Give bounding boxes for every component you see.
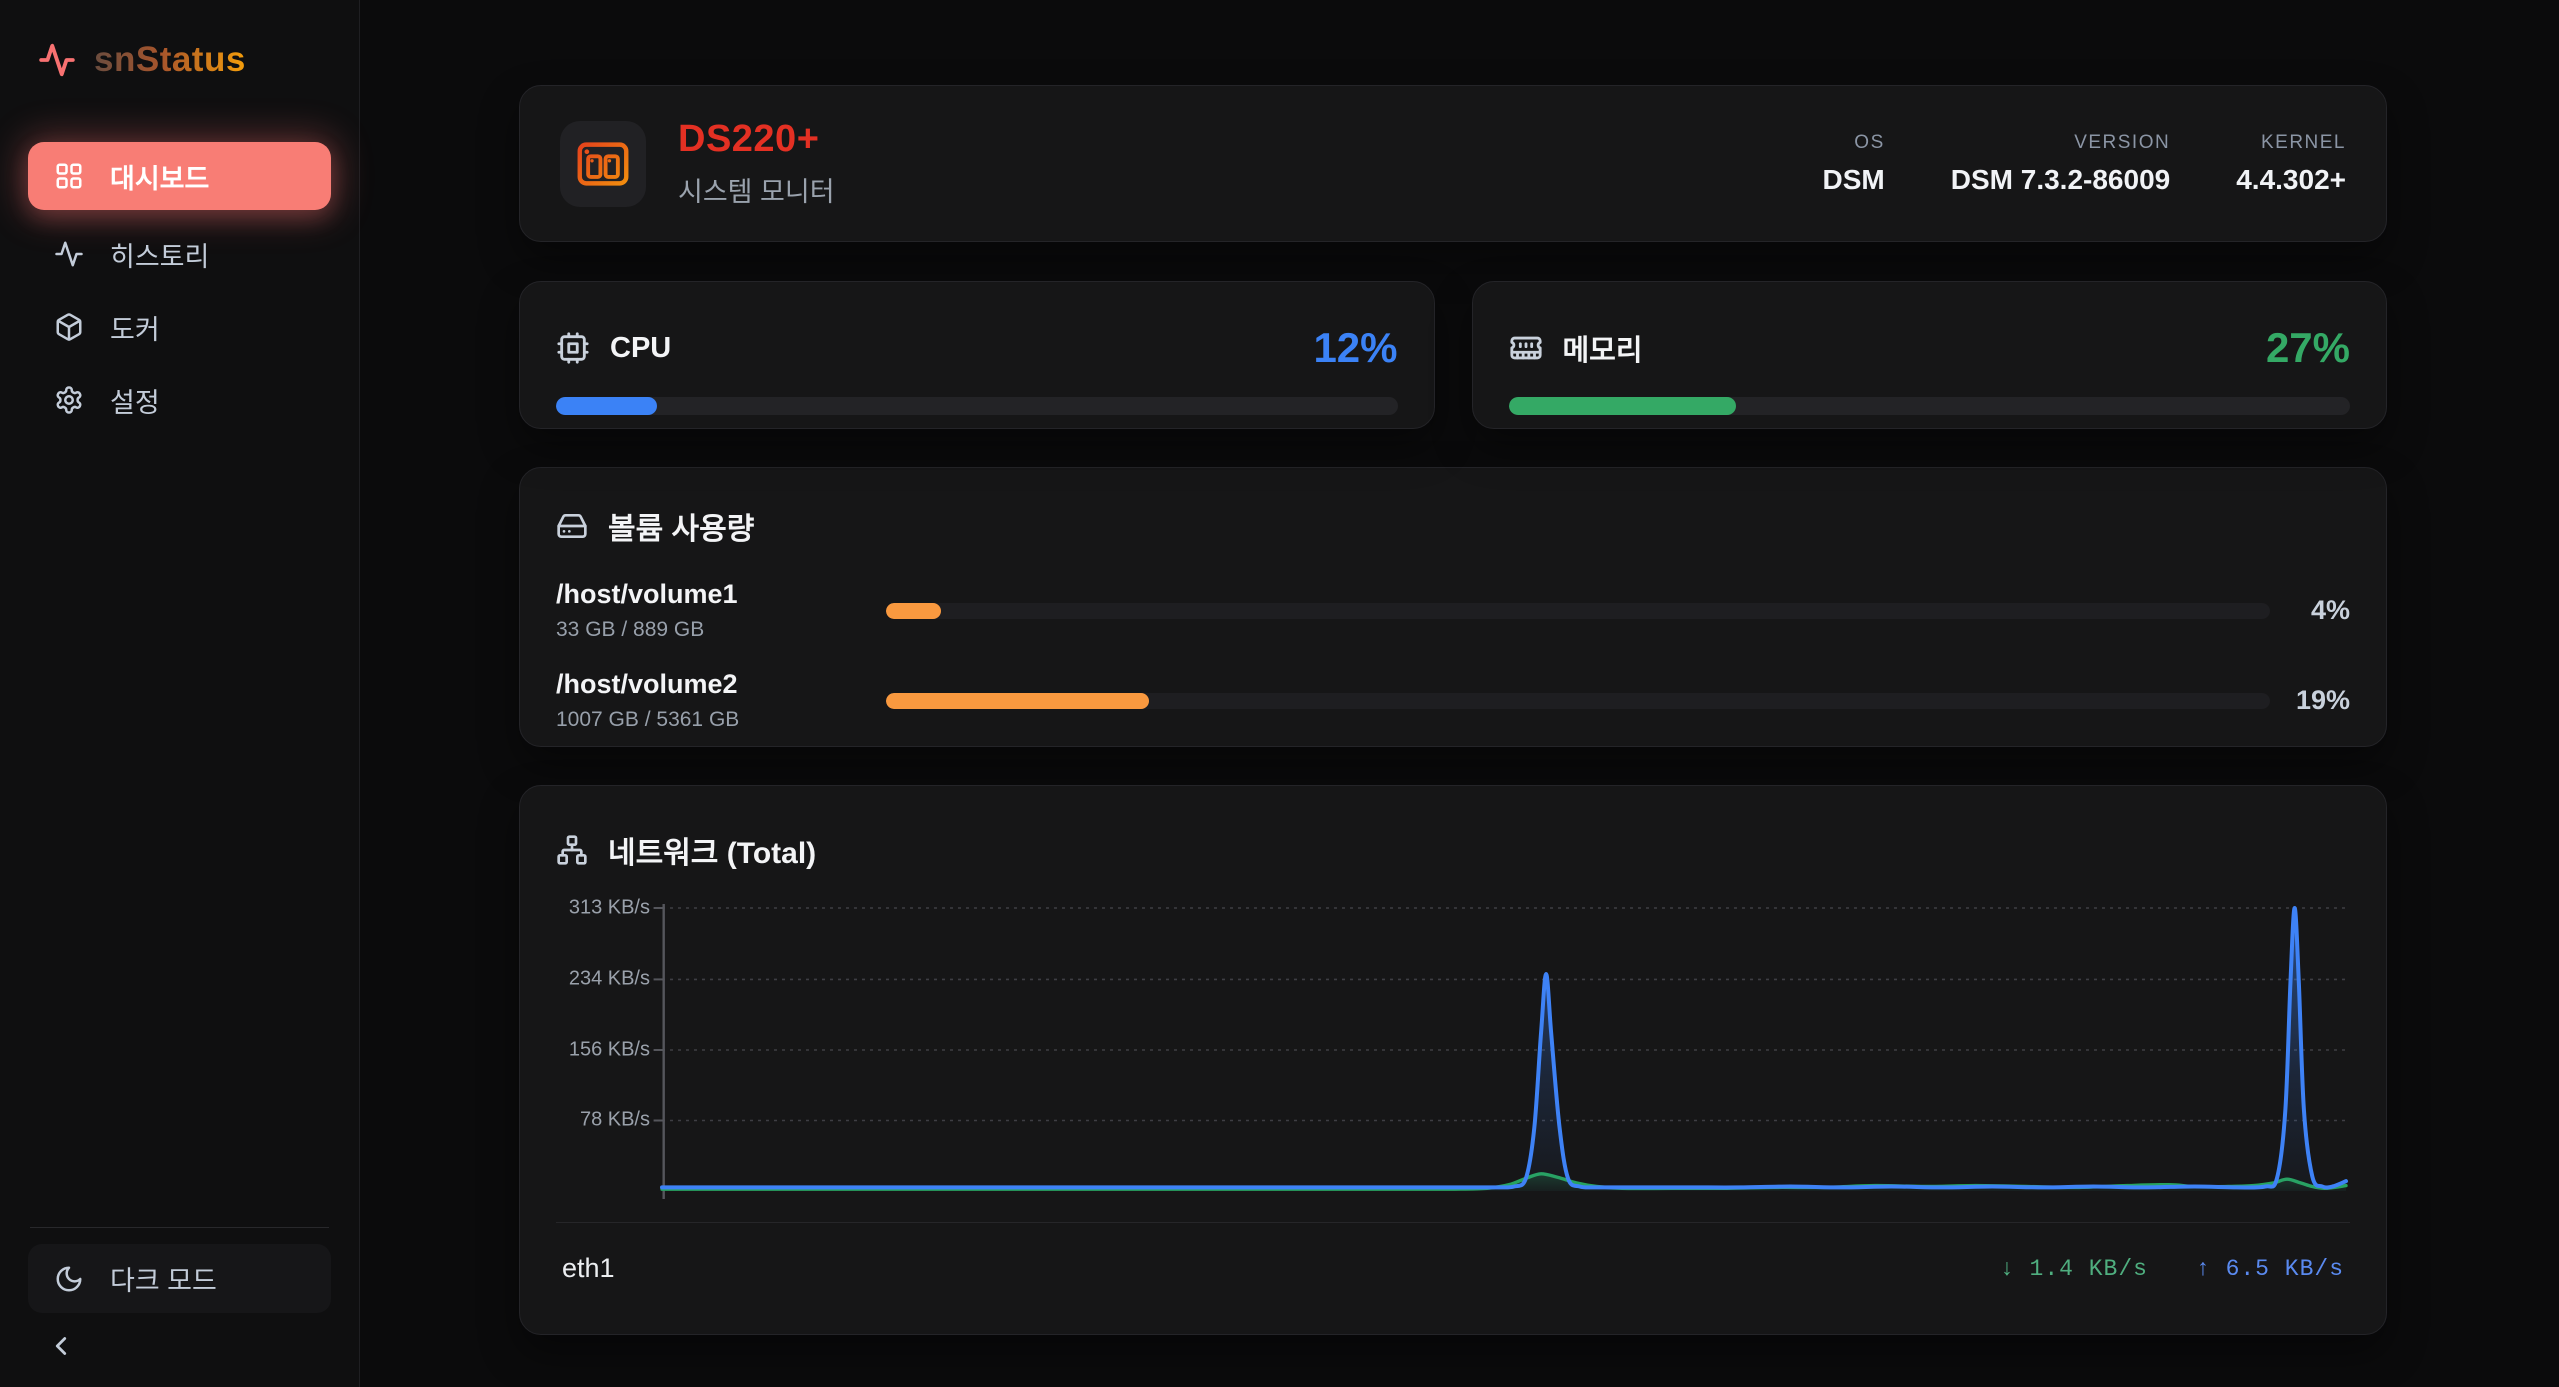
cpu-title: CPU bbox=[610, 332, 671, 365]
info-label: KERNEL bbox=[2236, 132, 2346, 154]
info-value: 4.4.302+ bbox=[2236, 164, 2346, 196]
volume-progress-fill bbox=[886, 603, 941, 619]
cpu-progress-track bbox=[556, 397, 1398, 415]
download-rate-badge: ↓ 1.4 KB/s bbox=[2000, 1256, 2148, 1282]
box-icon bbox=[54, 312, 84, 342]
sidebar-item-history[interactable]: 히스토리 bbox=[28, 222, 331, 286]
volume-percent: 4% bbox=[2270, 595, 2350, 626]
info-value: DSM 7.3.2-86009 bbox=[1951, 164, 2170, 196]
network-chart: 78 KB/s156 KB/s234 KB/s313 KB/s bbox=[556, 904, 2350, 1204]
chart-ytick-label: 313 KB/s bbox=[569, 897, 650, 920]
memory-card: 메모리 27% bbox=[1472, 281, 2388, 429]
sidebar: snStatus 대시보드 히스토리 도커 설정 bbox=[0, 0, 360, 1387]
memory-title: 메모리 bbox=[1563, 327, 1643, 369]
sidebar-item-settings[interactable]: 설정 bbox=[28, 368, 331, 432]
activity-icon bbox=[54, 239, 84, 269]
sidebar-item-docker[interactable]: 도커 bbox=[28, 295, 331, 359]
stats-row: CPU 12% 메모리 27% bbox=[519, 281, 2387, 429]
volume-progress-fill bbox=[886, 693, 1149, 709]
app-logo: snStatus bbox=[0, 0, 359, 80]
volume-card-title: 볼륨 사용량 bbox=[608, 504, 754, 548]
memory-percent: 27% bbox=[2266, 324, 2350, 372]
sidebar-item-label: 대시보드 bbox=[110, 157, 209, 196]
sidebar-item-label: 히스토리 bbox=[110, 235, 209, 274]
chart-plot-area bbox=[662, 904, 2346, 1204]
info-label: VERSION bbox=[1951, 132, 2170, 154]
info-value: DSM bbox=[1823, 164, 1885, 196]
sidebar-item-label: 도커 bbox=[110, 308, 160, 347]
volume-path: /host/volume2 bbox=[556, 669, 886, 700]
sidebar-divider bbox=[30, 1227, 329, 1228]
network-icon bbox=[556, 834, 588, 866]
chart-ytick-label: 156 KB/s bbox=[569, 1038, 650, 1061]
chart-ytick-label: 234 KB/s bbox=[569, 968, 650, 991]
cpu-percent: 12% bbox=[1313, 324, 1397, 372]
interface-name: eth1 bbox=[562, 1253, 615, 1284]
dark-mode-toggle[interactable]: 다크 모드 bbox=[28, 1244, 331, 1313]
volume-usage-card: 볼륨 사용량 /host/volume1 33 GB / 889 GB 4% /… bbox=[519, 467, 2387, 747]
volume-progress-track bbox=[886, 693, 2270, 709]
device-model: DS220+ bbox=[678, 118, 835, 161]
gear-icon bbox=[54, 385, 84, 415]
chevron-left-icon bbox=[46, 1331, 82, 1361]
memory-progress-track bbox=[1509, 397, 2351, 415]
info-kernel: KERNEL 4.4.302+ bbox=[2236, 132, 2346, 196]
volume-detail: 33 GB / 889 GB bbox=[556, 618, 886, 642]
main-content: DS220+ 시스템 모니터 OS DSM VERSION DSM 7.3.2-… bbox=[360, 0, 2559, 1387]
volume-row: /host/volume2 1007 GB / 5361 GB 19% bbox=[556, 669, 2350, 732]
network-footer: eth1 ↓ 1.4 KB/s ↑ 6.5 KB/s bbox=[556, 1222, 2350, 1284]
volume-path: /host/volume1 bbox=[556, 579, 886, 610]
dark-mode-label: 다크 모드 bbox=[110, 1259, 217, 1298]
volume-detail: 1007 GB / 5361 GB bbox=[556, 708, 886, 732]
cpu-icon bbox=[556, 331, 590, 365]
app-subtitle: 시스템 모니터 bbox=[678, 170, 835, 209]
system-header-card: DS220+ 시스템 모니터 OS DSM VERSION DSM 7.3.2-… bbox=[519, 85, 2387, 242]
sidebar-item-dashboard[interactable]: 대시보드 bbox=[28, 142, 331, 210]
chart-ytick-label: 78 KB/s bbox=[580, 1109, 650, 1132]
sidebar-item-label: 설정 bbox=[110, 381, 160, 420]
memory-icon bbox=[1509, 331, 1543, 365]
nas-device-icon bbox=[560, 121, 646, 207]
chart-ylabels: 78 KB/s156 KB/s234 KB/s313 KB/s bbox=[556, 904, 662, 1204]
info-label: OS bbox=[1823, 132, 1885, 154]
network-card-title: 네트워크 (Total) bbox=[608, 828, 816, 872]
hard-drive-icon bbox=[556, 510, 588, 542]
info-version: VERSION DSM 7.3.2-86009 bbox=[1951, 132, 2170, 196]
network-chart-svg bbox=[662, 904, 2346, 1204]
dashboard-grid-icon bbox=[54, 161, 84, 191]
volume-row: /host/volume1 33 GB / 889 GB 4% bbox=[556, 579, 2350, 642]
app-title: snStatus bbox=[94, 40, 246, 80]
volume-progress-track bbox=[886, 603, 2270, 619]
volume-percent: 19% bbox=[2270, 685, 2350, 716]
moon-icon bbox=[54, 1264, 84, 1294]
pulse-logo-icon bbox=[38, 41, 76, 79]
system-info: OS DSM VERSION DSM 7.3.2-86009 KERNEL 4.… bbox=[1823, 132, 2346, 196]
cpu-progress-fill bbox=[556, 397, 657, 415]
memory-progress-fill bbox=[1509, 397, 1736, 415]
sidebar-nav: 대시보드 히스토리 도커 설정 bbox=[0, 142, 359, 441]
upload-rate-badge: ↑ 6.5 KB/s bbox=[2196, 1256, 2344, 1282]
network-card: 네트워크 (Total) 78 KB/s 156 KB/s 234 KB/s 313 … bbox=[519, 785, 2387, 1335]
info-os: OS DSM bbox=[1823, 132, 1885, 196]
cpu-card: CPU 12% bbox=[519, 281, 1435, 429]
sidebar-collapse-button[interactable] bbox=[46, 1331, 82, 1361]
